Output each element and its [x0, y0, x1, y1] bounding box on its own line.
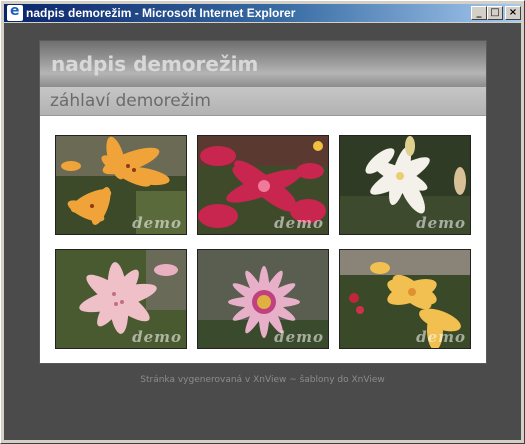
watermark-text: demo — [132, 214, 182, 232]
minimize-button[interactable]: _ — [471, 6, 487, 20]
page-subheader: záhlaví demorežim — [40, 87, 486, 116]
page-title: nadpis demorežim — [51, 52, 259, 76]
page-subtitle: záhlaví demorežim — [50, 91, 211, 111]
title-bar[interactable]: nadpis demorežim - Microsoft Internet Ex… — [4, 3, 521, 22]
thumbnail-orange-lily[interactable]: demo — [55, 135, 187, 235]
close-button[interactable]: × — [505, 6, 521, 20]
thumbnail-light-pink-lily[interactable]: demo — [55, 249, 187, 349]
thumbnail-pink-gazania[interactable]: demo — [197, 249, 329, 349]
maximize-button[interactable]: □ — [487, 6, 503, 20]
watermark-text: demo — [274, 328, 324, 346]
thumbnail-white-lily[interactable]: demo — [339, 135, 471, 235]
page-content: nadpis demorežim záhlaví demorežim demo … — [4, 23, 521, 440]
watermark-text: demo — [416, 328, 466, 346]
thumbnail-yellow-daylily[interactable]: demo — [339, 249, 471, 349]
watermark-text: demo — [416, 214, 466, 232]
internet-explorer-icon[interactable] — [7, 3, 23, 21]
page-footer: Stránka vygenerovaná v XnView ~ šablony … — [140, 375, 385, 385]
gallery-panel: nadpis demorežim záhlaví demorežim demo … — [40, 41, 486, 363]
page-header: nadpis demorežim — [40, 41, 486, 87]
watermark-text: demo — [132, 328, 182, 346]
watermark-text: demo — [274, 214, 324, 232]
window-title: nadpis demorežim - Microsoft Internet Ex… — [26, 6, 296, 20]
thumbnail-pink-lily[interactable]: demo — [197, 135, 329, 235]
browser-window: nadpis demorežim - Microsoft Internet Ex… — [0, 0, 525, 444]
